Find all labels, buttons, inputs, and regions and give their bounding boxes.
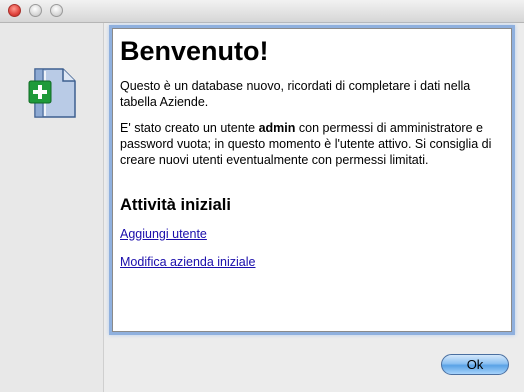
- intro-paragraph: Questo è un database nuovo, ricordati di…: [120, 79, 471, 109]
- welcome-window: Benvenuto! Questo è un database nuovo, r…: [0, 0, 524, 392]
- zoom-window-button[interactable]: [50, 4, 63, 17]
- minimize-window-button[interactable]: [29, 4, 42, 17]
- admin-info-paragraph: E' stato creato un utente admin con perm…: [120, 120, 500, 168]
- page-title: Benvenuto!: [120, 36, 269, 66]
- new-database-document-icon: [28, 68, 76, 118]
- add-user-link[interactable]: Aggiungi utente: [120, 226, 500, 242]
- welcome-content: Benvenuto! Questo è un database nuovo, r…: [120, 35, 500, 282]
- initial-activities-heading: Attività iniziali: [120, 196, 231, 214]
- title-bar: [0, 0, 524, 23]
- sidebar: [0, 23, 104, 392]
- welcome-panel: Benvenuto! Questo è un database nuovo, r…: [112, 28, 512, 332]
- edit-initial-company-link[interactable]: Modifica azienda iniziale: [120, 254, 500, 270]
- ok-button[interactable]: Ok: [441, 354, 509, 375]
- admin-username: admin: [258, 121, 296, 135]
- close-window-button[interactable]: [8, 4, 21, 17]
- admin-info-text-start: E' stato creato un utente: [120, 121, 259, 135]
